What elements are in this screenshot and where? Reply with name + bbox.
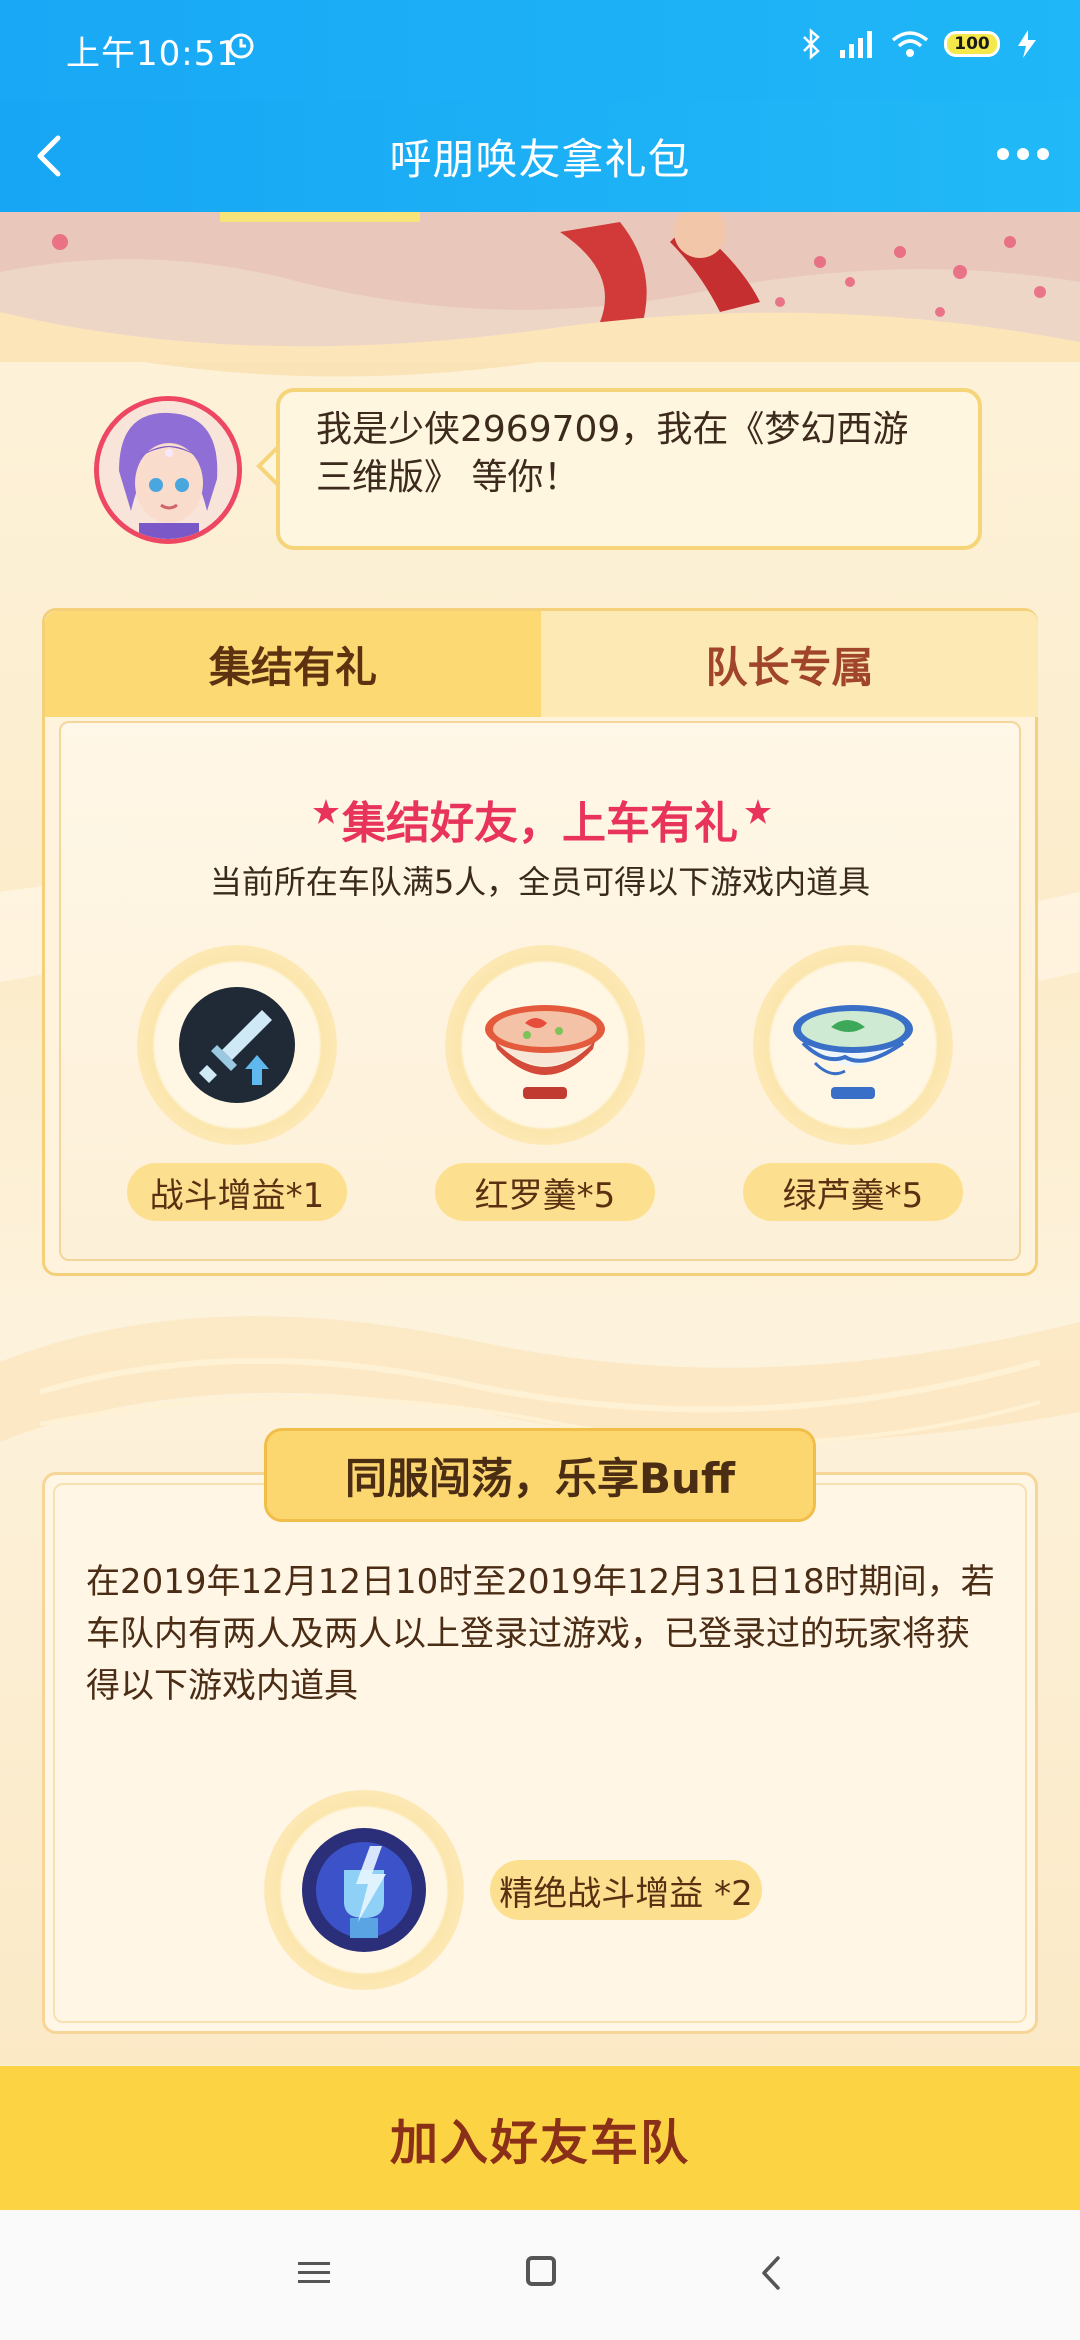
signal-icon bbox=[840, 31, 872, 58]
join-team-button[interactable]: 加入好友车队 bbox=[0, 2066, 1080, 2210]
reward-label: 战斗增益*1 bbox=[127, 1163, 347, 1221]
reward-item-battle-buff bbox=[137, 945, 337, 1145]
lightning-fist-icon bbox=[302, 1828, 426, 1952]
flower-icon bbox=[745, 799, 771, 824]
more-options-button[interactable] bbox=[988, 134, 1058, 174]
alarm-icon bbox=[228, 33, 254, 59]
dot-icon bbox=[997, 148, 1009, 160]
red-soup-icon bbox=[485, 1005, 605, 1099]
home-icon[interactable] bbox=[526, 2256, 556, 2286]
invite-message: 我是少侠2969709，我在《梦幻西游三维版》 等你！ bbox=[276, 388, 982, 550]
buff-reward-label: 精绝战斗增益 *2 bbox=[490, 1860, 762, 1920]
reward-item-green-soup bbox=[753, 945, 953, 1145]
buff-reward-item bbox=[264, 1790, 464, 1990]
avatar bbox=[94, 396, 242, 544]
character-portrait bbox=[99, 401, 237, 539]
nav-bar: 呼朋唤友拿礼包 bbox=[0, 100, 1080, 212]
system-back-icon[interactable] bbox=[756, 2254, 786, 2292]
buff-description: 在2019年12月12日10时至2019年12月31日18时期间，若车队内有两人… bbox=[86, 1562, 995, 1706]
tab-captain-exclusive[interactable]: 队长专属 bbox=[541, 611, 1038, 717]
battery-icon: 100 bbox=[944, 31, 1000, 57]
dot-icon bbox=[1037, 148, 1049, 160]
page-title: 呼朋唤友拿礼包 bbox=[389, 135, 691, 184]
tab-gather-gift[interactable]: 集结有礼 bbox=[45, 611, 541, 717]
status-icons: 100 bbox=[800, 28, 1040, 60]
bluetooth-icon bbox=[803, 28, 820, 60]
charging-icon bbox=[1018, 30, 1036, 58]
wifi-icon bbox=[891, 31, 929, 57]
banner-image bbox=[0, 212, 1080, 362]
reward-label: 红罗羹*5 bbox=[435, 1163, 655, 1221]
reward-item-red-soup bbox=[445, 945, 645, 1145]
system-nav-bar bbox=[0, 2210, 1080, 2340]
gather-gift-panel: 集结好友，上车有礼 当前所在车队满5人，全员可得以下游戏内道具 战斗增益*1 红… bbox=[59, 721, 1021, 1261]
status-time: 上午10:51 bbox=[66, 34, 239, 74]
dot-icon bbox=[1017, 148, 1029, 160]
reward-label: 绿芦羹*5 bbox=[743, 1163, 963, 1221]
menu-icon[interactable] bbox=[296, 2258, 332, 2288]
gift-tabs-card: 集结有礼 队长专属 集结好友，上车有礼 当前所在车队满5人，全员可得以下游戏内道… bbox=[42, 608, 1038, 1276]
gather-title: 集结好友，上车有礼 bbox=[342, 798, 738, 849]
buff-section-title: 同服闯荡，乐享Buff bbox=[264, 1428, 816, 1522]
status-bar: 上午10:51 100 bbox=[0, 0, 1080, 100]
green-soup-icon bbox=[793, 1005, 913, 1099]
gather-subtitle: 当前所在车队满5人，全员可得以下游戏内道具 bbox=[209, 863, 871, 901]
sword-buff-icon bbox=[179, 987, 295, 1103]
